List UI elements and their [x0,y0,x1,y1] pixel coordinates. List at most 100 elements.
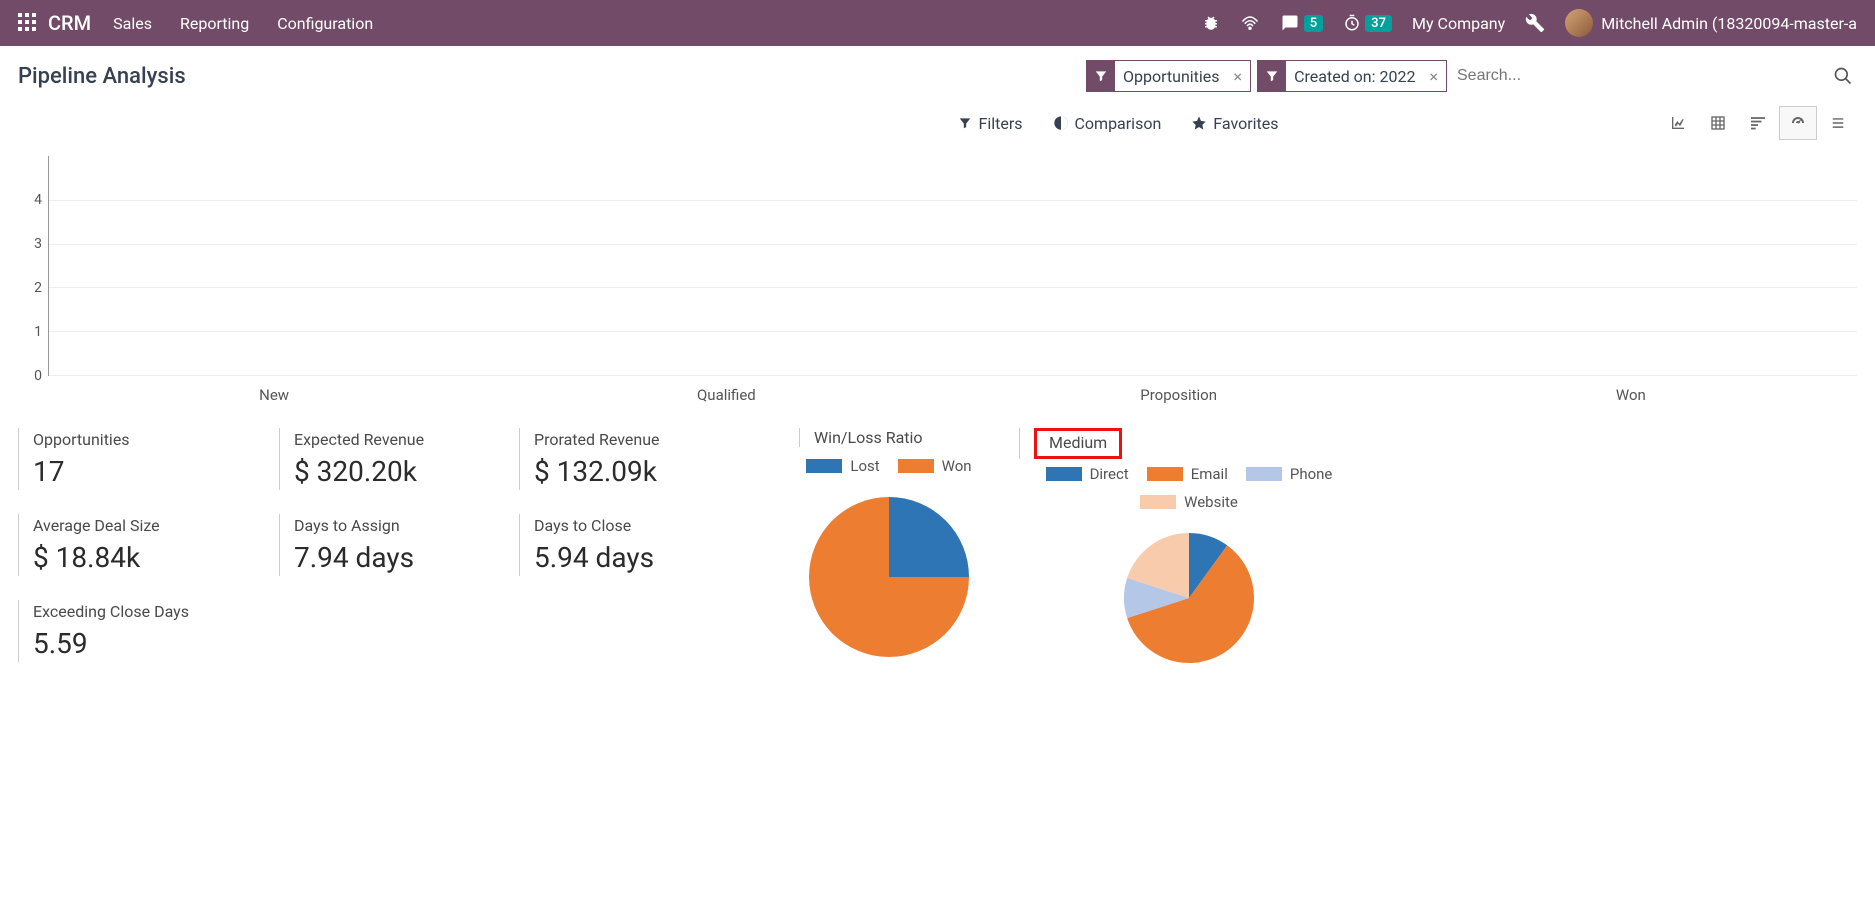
x-label: New [48,386,500,404]
chat-icon[interactable]: 5 [1280,14,1323,32]
page-title: Pipeline Analysis [18,64,186,89]
app-brand[interactable]: CRM [48,11,91,35]
legend-swatch [1147,467,1183,481]
view-list-icon[interactable] [1739,106,1777,140]
y-tick: 4 [34,192,42,208]
tools-icon[interactable] [1525,13,1545,33]
y-tick: 3 [34,236,42,252]
view-chart-icon[interactable] [1659,106,1697,140]
legend-label: Email [1191,465,1228,483]
kpi-days-to-assign: Days to Assign 7.94 days [279,514,519,576]
favorites-label: Favorites [1213,114,1278,133]
pie-slice[interactable] [889,497,969,577]
winloss-block: Win/Loss Ratio Lost Won [779,428,999,667]
kpi-prorated-revenue: Prorated Revenue $ 132.09k [519,428,759,490]
kpi-opportunities: Opportunities 17 [18,428,279,490]
legend-label: Direct [1090,465,1129,483]
legend-item[interactable]: Email [1147,465,1228,483]
control-bar: Pipeline Analysis Opportunities × Create… [0,46,1875,98]
kpi-value: $ 132.09k [534,455,669,488]
nav-menu-reporting[interactable]: Reporting [180,14,249,33]
kpi-exceeding-close-days: Exceeding Close Days 5.59 [18,600,279,662]
user-menu[interactable]: Mitchell Admin (18320094-master-a [1565,9,1857,37]
chat-badge: 5 [1304,15,1323,32]
y-tick: 2 [34,280,42,296]
winloss-title: Win/Loss Ratio [799,428,979,447]
bar-chart: 01234 [0,156,1875,376]
kpi-label: Expected Revenue [294,430,429,449]
search-icon[interactable] [1833,66,1857,86]
kpi-label: Days to Close [534,516,669,535]
filter-chip-opportunities: Opportunities × [1086,60,1251,92]
wifi-icon[interactable] [1240,14,1260,32]
medium-title: Medium [1049,433,1107,452]
legend-swatch [1246,467,1282,481]
medium-pie [1114,523,1264,673]
filters-label: Filters [978,114,1022,133]
chip-label: Opportunities [1115,67,1226,86]
kpi-days-to-close: Days to Close 5.94 days [519,514,759,576]
medium-block: Medium Direct Email Phone Website [999,428,1379,673]
filter-chip-created-on: Created on: 2022 × [1257,60,1447,92]
x-label: Proposition [953,386,1405,404]
kpi-label: Exceeding Close Days [33,602,189,621]
view-dashboard-icon[interactable] [1779,106,1817,140]
chip-remove[interactable]: × [1421,67,1446,86]
legend-item[interactable]: Won [898,457,972,475]
legend-swatch [1046,467,1082,481]
kpi-value: $ 320.20k [294,455,429,488]
legend-item[interactable]: Website [1140,493,1238,511]
favorites-button[interactable]: Favorites [1191,114,1278,133]
winloss-pie [799,487,979,667]
kpi-label: Prorated Revenue [534,430,669,449]
comparison-label: Comparison [1075,114,1162,133]
filters-button[interactable]: Filters [958,114,1022,133]
kpi-label: Average Deal Size [33,516,189,535]
apps-icon[interactable] [18,13,38,33]
x-label: Qualified [500,386,952,404]
toolbar: Filters Comparison Favorites [0,98,1875,156]
nav-menu-sales[interactable]: Sales [113,14,152,33]
view-pivot-icon[interactable] [1699,106,1737,140]
chip-remove[interactable]: × [1226,67,1251,86]
company-name[interactable]: My Company [1412,14,1505,33]
kpi-value: 5.94 days [534,541,669,574]
view-lines-icon[interactable] [1819,106,1857,140]
kpi-value: $ 18.84k [33,541,189,574]
legend-swatch [1140,495,1176,509]
legend-item[interactable]: Lost [806,457,879,475]
top-nav: CRM Sales Reporting Configuration 5 37 M… [0,0,1875,46]
kpi-value: 17 [33,455,189,488]
legend-swatch [806,459,842,473]
user-name: Mitchell Admin (18320094-master-a [1601,14,1857,33]
timer-badge: 37 [1365,15,1392,32]
search-input[interactable] [1453,61,1833,91]
kpi-expected-revenue: Expected Revenue $ 320.20k [279,428,519,490]
legend-label: Lost [850,457,879,475]
avatar [1565,9,1593,37]
legend-label: Website [1184,493,1238,511]
bug-icon[interactable] [1202,14,1220,32]
kpi-value: 5.59 [33,627,189,660]
chip-label: Created on: 2022 [1286,67,1421,86]
kpi-section: Opportunities 17 Average Deal Size $ 18.… [0,404,1875,697]
legend-item[interactable]: Phone [1246,465,1333,483]
legend-label: Phone [1290,465,1333,483]
y-tick: 0 [34,368,42,384]
view-switcher [1659,106,1857,140]
y-tick: 1 [34,324,42,340]
x-label: Won [1405,386,1857,404]
kpi-value: 7.94 days [294,541,429,574]
nav-menu-configuration[interactable]: Configuration [277,14,373,33]
funnel-icon [1258,61,1286,91]
kpi-label: Days to Assign [294,516,429,535]
comparison-button[interactable]: Comparison [1053,114,1162,133]
legend-swatch [898,459,934,473]
legend-item[interactable]: Direct [1046,465,1129,483]
timer-icon[interactable]: 37 [1343,14,1392,32]
medium-title-highlighted: Medium [1034,428,1122,459]
funnel-icon [1087,61,1115,91]
legend-label: Won [942,457,972,475]
kpi-avg-deal-size: Average Deal Size $ 18.84k [18,514,279,576]
kpi-label: Opportunities [33,430,189,449]
